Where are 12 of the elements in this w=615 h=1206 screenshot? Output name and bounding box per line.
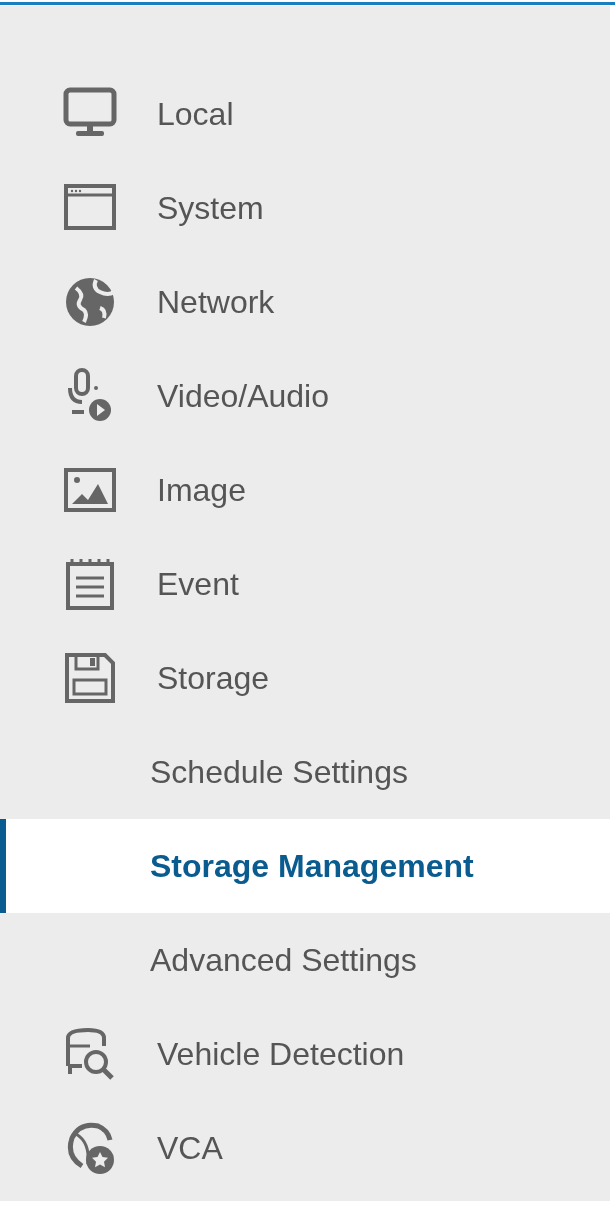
menu-item[interactable]: Network	[0, 255, 610, 349]
menu-item[interactable]: Storage	[0, 631, 610, 725]
menu-item[interactable]: VCA	[0, 1101, 610, 1195]
menu-item[interactable]: Local	[0, 67, 610, 161]
menu-item[interactable]: System	[0, 161, 610, 255]
submenu-item[interactable]: Advanced Settings	[0, 913, 610, 1007]
submenu-item[interactable]: Storage Management	[0, 819, 610, 913]
submenu-item[interactable]: Schedule Settings	[0, 725, 610, 819]
menu-item[interactable]: Event	[0, 537, 610, 631]
menu-item[interactable]: Video/Audio	[0, 349, 610, 443]
menu-item[interactable]: Vehicle Detection	[0, 1007, 610, 1101]
menu-item[interactable]: Image	[0, 443, 610, 537]
